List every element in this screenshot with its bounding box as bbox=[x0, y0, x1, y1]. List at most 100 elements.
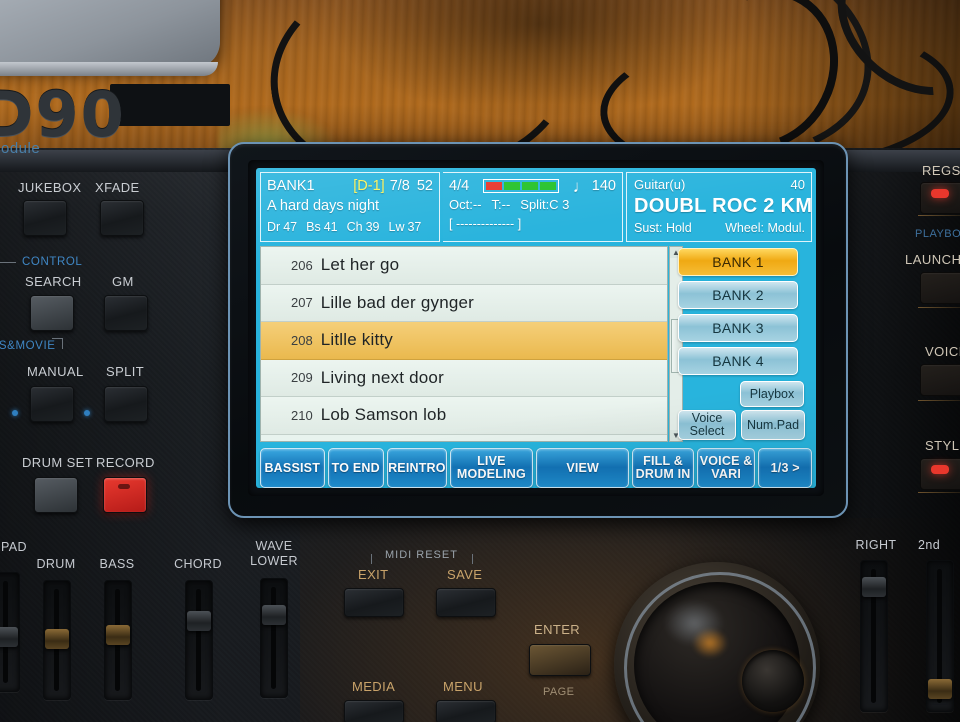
tempo-meter-segment-4 bbox=[540, 182, 557, 190]
song-list[interactable]: 206 Let her go 207 Lille bad der gynger 208 L… bbox=[260, 246, 668, 442]
tempo-row: 4/4 ♩ 140 bbox=[449, 176, 616, 196]
drum-fader[interactable] bbox=[43, 580, 71, 700]
regs-divider bbox=[918, 215, 960, 216]
toolbar-live-modeling-button[interactable]: LIVE MODELING bbox=[449, 448, 534, 488]
toolbar-fill-and-drum-in-button[interactable]: FILL & DRUM IN bbox=[632, 448, 694, 488]
search-button[interactable] bbox=[30, 295, 74, 331]
media-button[interactable] bbox=[344, 700, 404, 722]
menu-button[interactable] bbox=[436, 700, 496, 722]
song-list-item[interactable]: 210 Lob Samson lob bbox=[261, 397, 667, 435]
bank-button-1[interactable]: BANK 1 bbox=[678, 248, 798, 276]
toolbar-label-line1: BASSIST bbox=[264, 460, 321, 475]
song-name: Lob Samson lob bbox=[320, 405, 447, 425]
bank-button-group[interactable]: BANK 1 BANK 2 BANK 3 BANK 4 bbox=[678, 248, 812, 380]
save-label: SAVE bbox=[447, 567, 483, 582]
voice-select-line2: Select bbox=[689, 424, 725, 438]
save-button[interactable] bbox=[436, 588, 496, 617]
key-indicator: [D-1] bbox=[353, 178, 385, 194]
sustain-wheel-row: Sust: Hold Wheel: Modul. bbox=[634, 219, 805, 237]
split-button[interactable] bbox=[104, 386, 148, 422]
wave-lower-fader-slot bbox=[271, 587, 276, 689]
split-value: Split:C 3 bbox=[520, 197, 570, 212]
bank-button-2[interactable]: BANK 2 bbox=[678, 281, 798, 309]
song-list-item[interactable]: 209 Living next door bbox=[261, 359, 667, 397]
pad-fader[interactable] bbox=[0, 572, 20, 692]
style-button[interactable] bbox=[920, 458, 960, 490]
wave-lower-fader[interactable] bbox=[260, 578, 288, 698]
second-fader[interactable] bbox=[926, 560, 954, 712]
voice-select-button[interactable]: Voice Select bbox=[678, 410, 736, 440]
bass-level-label: Bs bbox=[306, 220, 321, 234]
pad-fader-cap[interactable] bbox=[0, 627, 18, 647]
toolbar-bassist-button[interactable]: BASSIST bbox=[260, 448, 325, 488]
page-label: PAGE bbox=[543, 686, 575, 698]
jog-wheel-dimple[interactable] bbox=[742, 650, 804, 712]
wave-fader-label-line1: WAVE bbox=[255, 539, 293, 553]
wave-lower-fader-cap[interactable] bbox=[262, 605, 286, 625]
gm-button[interactable] bbox=[104, 295, 148, 331]
song-list-item[interactable]: 206 Let her go bbox=[261, 247, 667, 285]
chord-fader[interactable] bbox=[185, 580, 213, 700]
bank-value: 52 bbox=[416, 178, 433, 194]
drum-set-button[interactable] bbox=[34, 477, 78, 513]
playbox-button[interactable]: Playbox bbox=[740, 381, 804, 407]
toolbar-page-next-button[interactable]: 1/3 > bbox=[758, 448, 812, 488]
split-label: SPLIT bbox=[106, 364, 145, 379]
exit-button[interactable] bbox=[344, 588, 404, 617]
toolbar-to-end-button[interactable]: TO END bbox=[327, 448, 385, 488]
toolbar-voice-and-vari-button[interactable]: VOICE & VARI bbox=[696, 448, 756, 488]
manual-button[interactable] bbox=[30, 386, 74, 422]
enter-button[interactable] bbox=[529, 644, 591, 676]
record-button[interactable] bbox=[103, 477, 147, 513]
song-number: 210 bbox=[291, 407, 313, 423]
chord-fader-label: CHORD bbox=[174, 557, 222, 571]
brand-subtitle: module bbox=[0, 140, 41, 157]
song-title-row: A hard days night bbox=[267, 196, 433, 216]
manual-led bbox=[12, 410, 18, 416]
screenshot-root: D90 module JUKEBOX XFADE CONTROL SEARCH … bbox=[0, 0, 960, 722]
voice-divider bbox=[918, 400, 960, 401]
mixer-row: Dr 47 Bs 41 Ch 39 Lw 37 bbox=[267, 218, 433, 236]
drum-fader-cap[interactable] bbox=[45, 629, 69, 649]
jukebox-button[interactable] bbox=[23, 200, 67, 236]
right-fader[interactable] bbox=[860, 560, 888, 712]
bank-button-3[interactable]: BANK 3 bbox=[678, 314, 798, 342]
split-led bbox=[84, 410, 90, 416]
right-fader-cap[interactable] bbox=[862, 577, 886, 597]
record-label: RECORD bbox=[96, 455, 155, 470]
drum-set-label: DRUM SET bbox=[22, 455, 94, 470]
chord-fader-cap[interactable] bbox=[187, 611, 211, 631]
song-number: 207 bbox=[291, 295, 313, 311]
xfade-button[interactable] bbox=[100, 200, 144, 236]
bank-button-4[interactable]: BANK 4 bbox=[678, 347, 798, 375]
toolbar-reintro-button[interactable]: REINTRO bbox=[387, 448, 447, 488]
song-name: Living next door bbox=[320, 367, 444, 387]
transpose-value: T:-- bbox=[491, 197, 511, 212]
toolbar-view-button[interactable]: VIEW bbox=[536, 448, 630, 488]
song-list-item[interactable]: 207 Lille bad der gynger bbox=[261, 284, 667, 322]
lyrics-movie-bracket bbox=[52, 338, 63, 349]
regs-led bbox=[931, 189, 949, 198]
launch-button[interactable] bbox=[920, 272, 960, 304]
bass-level-value: 41 bbox=[323, 220, 338, 234]
song-name: Lille bad der gynger bbox=[320, 292, 475, 312]
voice-label: VOICE bbox=[925, 344, 960, 359]
song-name: Let her go bbox=[320, 255, 400, 275]
tempo-meter-segment-3 bbox=[522, 182, 539, 190]
jukebox-label: JUKEBOX bbox=[18, 180, 82, 195]
media-label: MEDIA bbox=[352, 679, 396, 694]
lyrics-movie-label: CS&MOVIE bbox=[0, 340, 56, 352]
screen-toolbar[interactable]: BASSIST TO END REINTRO LIVE MODELING VIEW FILL… bbox=[260, 448, 812, 488]
bass-fader[interactable] bbox=[104, 580, 132, 700]
second-fader-cap[interactable] bbox=[928, 679, 952, 699]
bass-fader-cap[interactable] bbox=[106, 625, 130, 645]
song-list-item[interactable]: 208 Litlle kitty bbox=[261, 322, 667, 360]
current-song-title: A hard days night bbox=[267, 198, 380, 214]
num-pad-button[interactable]: Num.Pad bbox=[741, 410, 805, 440]
brand-plate bbox=[110, 84, 230, 126]
manual-label: MANUAL bbox=[27, 364, 84, 379]
voice-button[interactable] bbox=[920, 364, 960, 396]
regs-button[interactable] bbox=[920, 182, 960, 214]
style-label: STYL bbox=[925, 438, 960, 453]
octave-transpose-row: Oct:-- T:-- Split:C 3 bbox=[449, 196, 616, 214]
